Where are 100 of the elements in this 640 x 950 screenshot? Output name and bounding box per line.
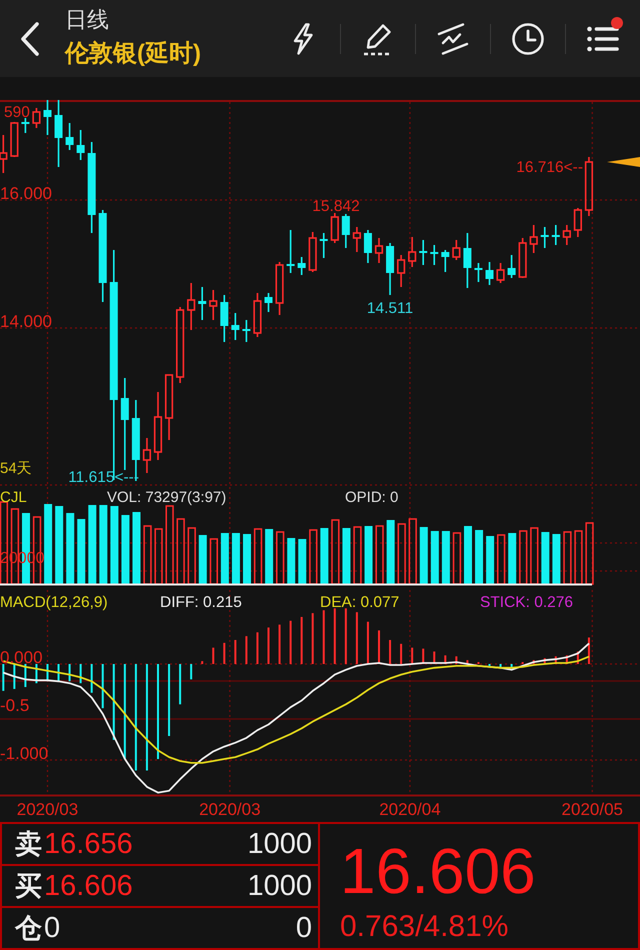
volume-bar (530, 527, 538, 585)
volume-bar (132, 512, 140, 584)
price-text: 16.606 (44, 872, 133, 900)
macd-bar (13, 664, 16, 689)
side-label: 买 (15, 872, 42, 900)
volume-bar (464, 526, 472, 584)
volume-bar (398, 523, 406, 585)
macd-bar (411, 648, 414, 664)
clock-icon[interactable] (511, 22, 545, 56)
macd-bar (466, 660, 468, 664)
volume-bar (121, 515, 130, 584)
volume-bar (320, 528, 328, 584)
macd-bar (444, 655, 446, 664)
volume-bar (563, 531, 572, 585)
candle (562, 225, 571, 245)
volume-bar (497, 534, 506, 585)
volume-bar (176, 518, 185, 585)
side-label: 仓 (15, 914, 42, 942)
candle (10, 122, 18, 157)
candle (452, 240, 460, 260)
macd-bar (179, 664, 182, 704)
price-marker-label: 15.842 (312, 198, 360, 215)
candle (530, 225, 538, 253)
candle (164, 374, 174, 440)
macd-bar (422, 648, 424, 664)
candle (209, 290, 218, 320)
date-axis-label: 2020/03 (199, 800, 261, 819)
macd-bar (168, 664, 170, 736)
quantity-text: 1000 (247, 830, 312, 858)
macd-bar (334, 608, 336, 664)
candle (0, 135, 8, 173)
date-axis-label: 2020/03 (16, 800, 78, 819)
volume-bar (331, 519, 340, 585)
candle (330, 213, 339, 243)
volume-bar (198, 535, 207, 584)
macd-bar (58, 664, 60, 682)
date-axis-label: 2020/05 (562, 800, 623, 819)
indicator-reading: STICK: 0.276 (480, 594, 574, 611)
volume-bar (375, 525, 384, 585)
candle (386, 243, 394, 295)
volume-bar (364, 526, 373, 584)
volume-bar (452, 532, 462, 585)
volume-bar (541, 532, 550, 584)
volume-bar (353, 526, 362, 585)
volume-bar (574, 530, 583, 585)
macd-bar (256, 632, 258, 664)
macd-bar (532, 660, 535, 664)
macd-bar (566, 655, 568, 664)
macd-bar (2, 664, 4, 691)
macd-bar (455, 656, 458, 664)
price-marker-label: 14.511 (366, 300, 414, 317)
candle (142, 438, 152, 473)
volume-bar (188, 527, 196, 585)
trend-lines-icon[interactable] (436, 22, 470, 56)
volume-bar (210, 538, 218, 585)
macd-bar (68, 664, 71, 682)
price-marker-label: 16.716<-- (516, 159, 583, 176)
macd-bar (366, 622, 369, 664)
macd-axis-label: 0.000 (0, 648, 43, 667)
macd-bar (190, 664, 192, 680)
macd-bar (102, 664, 104, 708)
quantity-text: 1000 (247, 872, 312, 900)
volume-bar (342, 528, 350, 584)
volume-bar (552, 534, 560, 584)
volume-bar (298, 539, 306, 584)
macd-bar (510, 664, 513, 667)
volume-bar (508, 533, 516, 584)
volume-bar (232, 533, 240, 584)
candle (32, 108, 41, 128)
volume-bar (287, 538, 296, 584)
volume-bar (220, 533, 229, 584)
candle (584, 157, 594, 216)
candle (540, 227, 549, 248)
candle (342, 214, 350, 248)
last-price: 16.606 (340, 839, 536, 903)
volume-bar (420, 527, 428, 584)
candle (76, 130, 85, 160)
price-marker-label: 11.615<--- (68, 469, 139, 486)
macd-bar (234, 640, 236, 664)
candle (352, 227, 361, 252)
candle (430, 245, 438, 265)
candle (253, 293, 262, 337)
candle (298, 257, 306, 275)
price-text: 16.656 (44, 830, 133, 858)
price-text: 0 (44, 914, 60, 942)
candle (264, 293, 272, 312)
macd-bar (312, 613, 314, 664)
candle (408, 237, 416, 267)
volume-bar (265, 529, 274, 584)
candle (508, 255, 516, 278)
macd-bar (90, 664, 93, 693)
candle (496, 263, 505, 283)
macd-bar (344, 608, 347, 664)
macd-title: MACD(12,26,9) (0, 594, 108, 611)
macd-bar (576, 652, 579, 664)
chart-period-title: 日线 (65, 7, 110, 33)
candle (552, 225, 560, 245)
candle (275, 262, 284, 315)
macd-bar (300, 616, 303, 664)
volume-bar (408, 518, 417, 585)
